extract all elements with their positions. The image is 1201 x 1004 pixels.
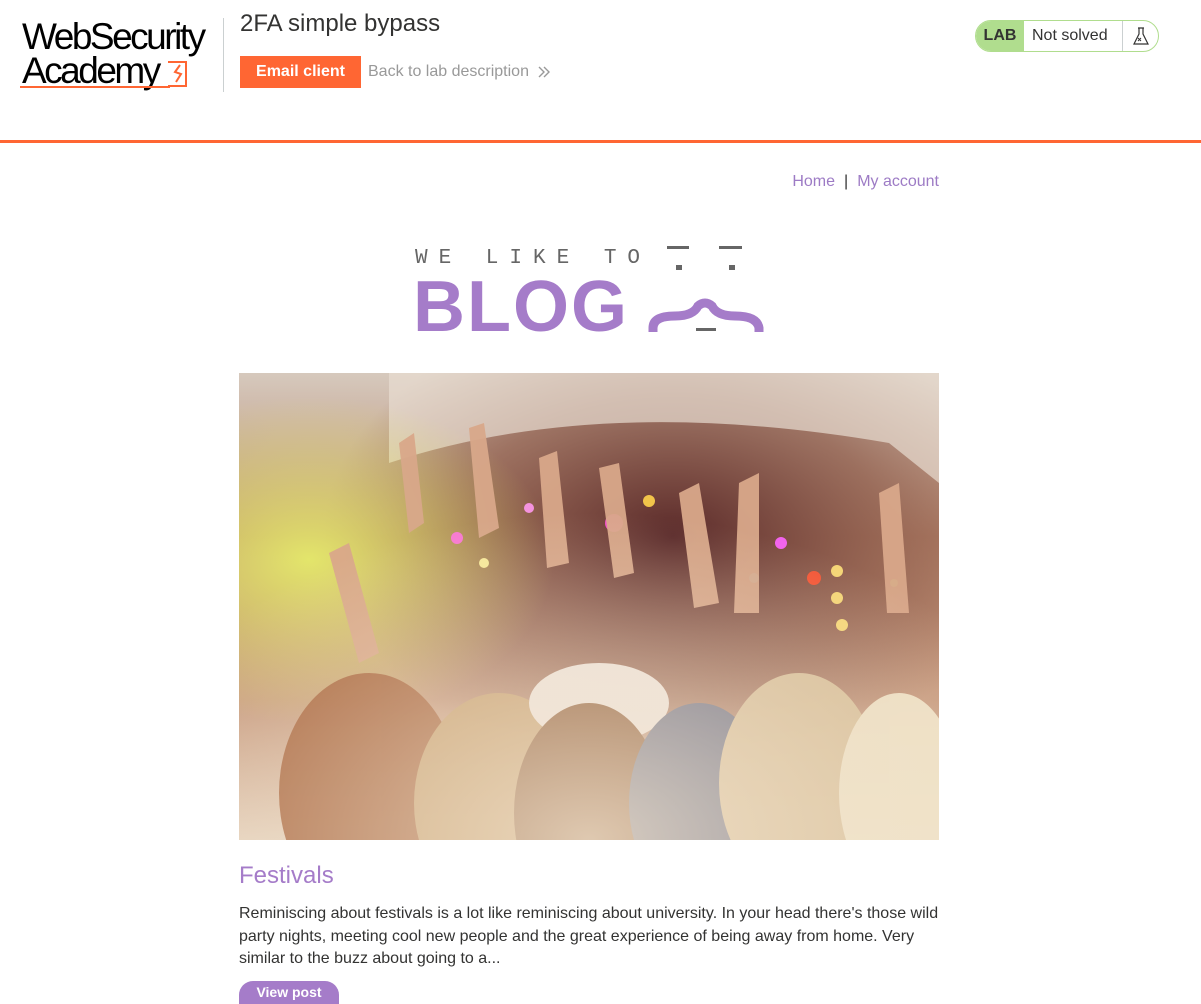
post-image-festival[interactable] [239, 373, 939, 840]
logo-lightning-icon [168, 61, 187, 87]
back-to-lab-description-link[interactable]: Back to lab description [368, 60, 551, 84]
view-post-button[interactable]: View post [239, 981, 339, 1004]
academy-header: WebSecurity Academy 2FA simple bypass Em… [0, 0, 1201, 143]
post-title[interactable]: Festivals [239, 862, 334, 890]
post-excerpt: Reminiscing about festivals is a lot lik… [239, 905, 939, 967]
blog-banner: WE LIKE TO BLOG [413, 246, 764, 336]
logo-text-line2: Academy [22, 50, 161, 91]
logo-underline [20, 86, 170, 88]
nav-my-account-link[interactable]: My account [857, 173, 939, 190]
nav-home-link[interactable]: Home [792, 173, 835, 190]
lab-badge: LAB [976, 21, 1024, 51]
nav-separator: | [844, 173, 849, 190]
lab-status-widget: LAB Not solved [975, 20, 1159, 52]
lab-status-text: Not solved [1024, 21, 1123, 51]
blog-face-icon [648, 246, 764, 332]
back-link-label: Back to lab description [368, 63, 529, 80]
lab-title: 2FA simple bypass [240, 10, 441, 37]
websecurity-academy-logo[interactable]: WebSecurity Academy [20, 18, 224, 92]
chevron-double-right-icon [538, 66, 550, 78]
blog-nav: Home | My account [239, 173, 939, 191]
email-client-button[interactable]: Email client [240, 56, 361, 88]
flask-icon [1123, 21, 1158, 51]
banner-line2: BLOG [413, 267, 629, 336]
